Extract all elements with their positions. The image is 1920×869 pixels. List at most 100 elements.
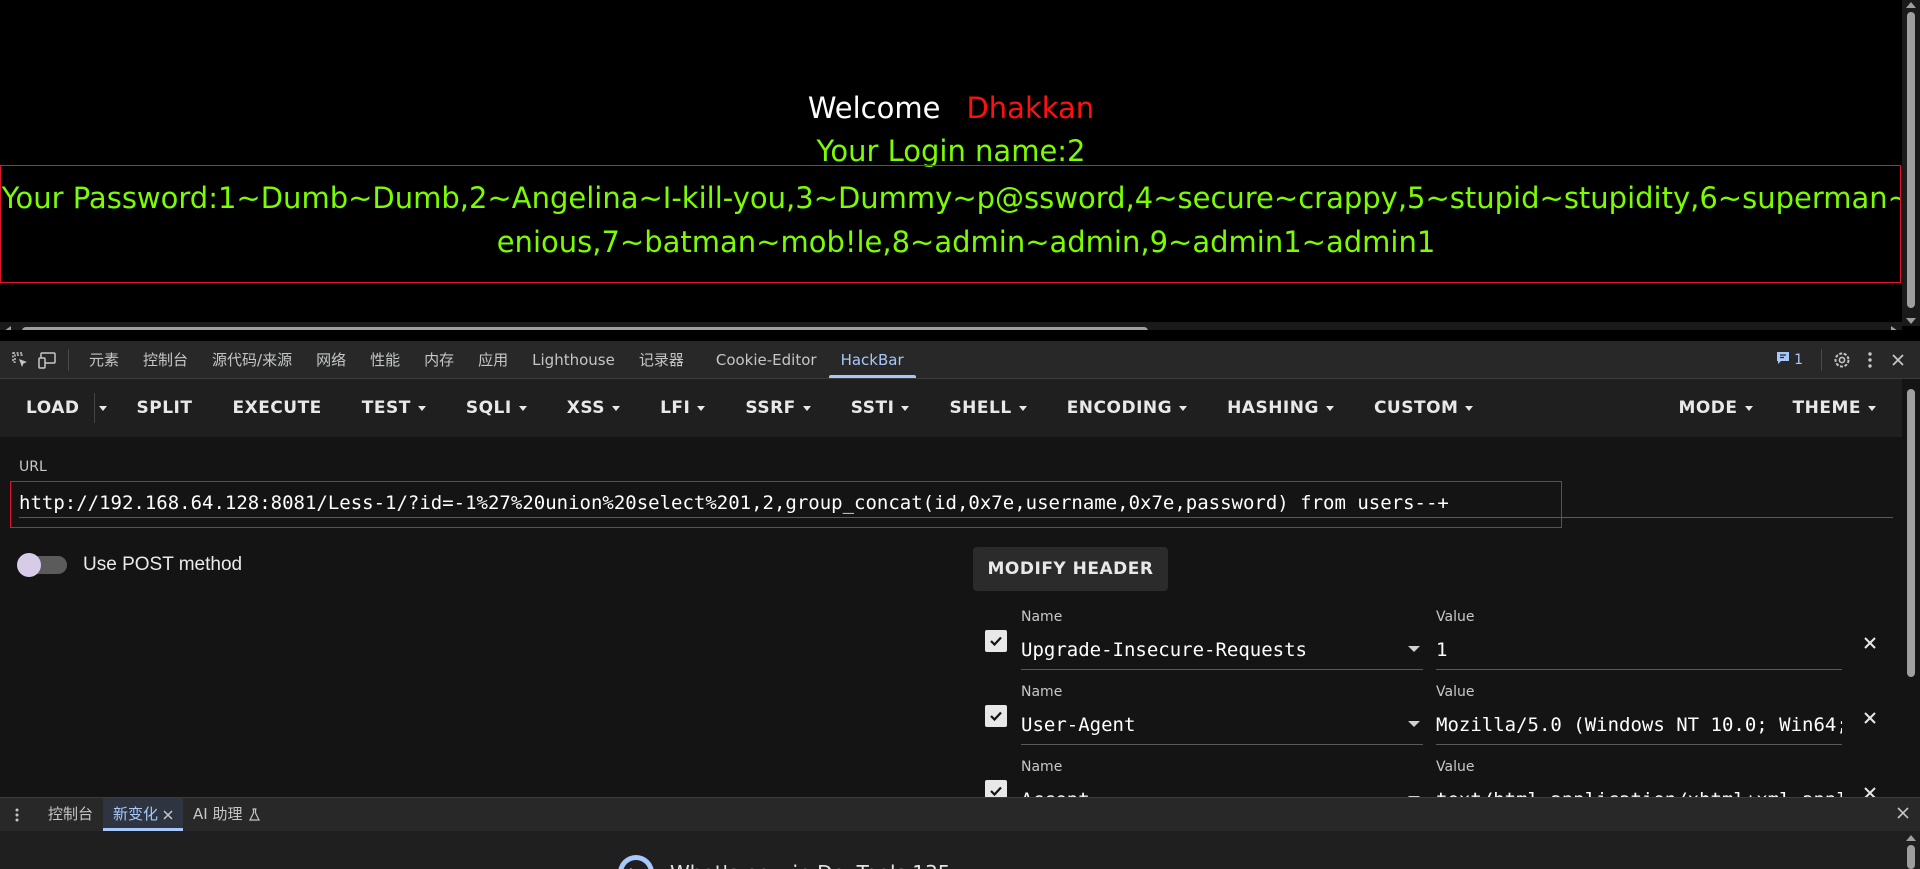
header-name-label: Name: [1021, 684, 1063, 700]
chevron-down-icon: [697, 405, 706, 411]
close-drawer-icon[interactable]: [1896, 806, 1910, 824]
welcome-text: Welcome: [807, 91, 941, 125]
close-tab-icon[interactable]: [163, 809, 173, 820]
whats-new-text: What's new in DevTools 135: [670, 861, 950, 869]
theme-menu[interactable]: THEME: [1773, 379, 1902, 437]
scroll-thumb[interactable]: [1907, 12, 1915, 308]
header-name-input[interactable]: Accept: [1021, 785, 1401, 797]
tab-elements[interactable]: 元素: [77, 342, 131, 378]
scroll-right-arrow-icon[interactable]: [1891, 326, 1898, 330]
split-button[interactable]: SPLIT: [117, 379, 213, 437]
hackbar-body: URL Use POST method MODIFY HEADER Name U…: [0, 437, 1902, 797]
chevron-down-icon[interactable]: [1408, 646, 1420, 652]
remove-header-close-icon[interactable]: [1863, 635, 1885, 657]
tab-console[interactable]: 控制台: [131, 342, 200, 378]
drawer-tab-label: AI 助理: [193, 805, 243, 823]
hashing-label: HASHING: [1227, 398, 1319, 418]
header-value-input[interactable]: Mozilla/5.0 (Windows NT 10.0; Win64; x64…: [1436, 710, 1842, 740]
hackbar-vertical-scrollbar[interactable]: [1902, 379, 1920, 797]
url-highlight-box: [10, 481, 1562, 528]
header-enabled-checkbox[interactable]: [985, 630, 1007, 652]
drawer-tab-whats-new[interactable]: 新变化: [103, 798, 184, 831]
ssti-label: SSTI: [850, 398, 895, 418]
mode-label: MODE: [1678, 398, 1738, 418]
load-button[interactable]: LOAD: [0, 379, 94, 437]
scroll-thumb[interactable]: [1907, 845, 1915, 869]
modify-header-button[interactable]: MODIFY HEADER: [973, 547, 1168, 591]
tab-performance[interactable]: 性能: [358, 342, 412, 378]
load-dropdown-button[interactable]: [93, 393, 117, 423]
header-name-input[interactable]: User-Agent: [1021, 710, 1401, 740]
tab-memory[interactable]: 内存: [412, 342, 466, 378]
tab-hackbar[interactable]: HackBar: [828, 342, 916, 378]
encoding-menu[interactable]: ENCODING: [1047, 379, 1207, 437]
post-method-toggle[interactable]: Use POST method: [17, 553, 243, 577]
welcome-username: Dhakkan: [966, 91, 1095, 125]
ssti-menu[interactable]: SSTI: [831, 379, 930, 437]
remove-header-close-icon[interactable]: [1863, 785, 1885, 797]
tab-sources[interactable]: 源代码/来源: [200, 342, 304, 378]
sqli-label: SQLI: [465, 398, 512, 418]
chevron-down-icon[interactable]: [1408, 721, 1420, 727]
drawer-menu-icon[interactable]: [6, 800, 28, 830]
drawer-tab-bar: 控制台 新变化 AI 助理: [0, 797, 1920, 831]
tab-application[interactable]: 应用: [466, 342, 520, 378]
tab-network[interactable]: 网络: [304, 342, 358, 378]
header-name-label: Name: [1021, 759, 1063, 775]
scroll-thumb[interactable]: [1907, 389, 1915, 677]
page-vertical-scrollbar[interactable]: [1902, 0, 1920, 326]
tab-recorder[interactable]: 记录器: [627, 342, 696, 378]
scroll-up-arrow-icon[interactable]: [1906, 835, 1916, 841]
custom-menu[interactable]: CUSTOM: [1354, 379, 1494, 437]
header-name-input[interactable]: Upgrade-Insecure-Requests: [1021, 635, 1401, 665]
toggle-track[interactable]: [17, 553, 67, 577]
mode-menu[interactable]: MODE: [1658, 379, 1772, 437]
more-options-icon[interactable]: [1856, 345, 1884, 375]
drawer-tab-ai-assistant[interactable]: AI 助理: [183, 798, 269, 831]
toggle-knob[interactable]: [17, 553, 41, 577]
execute-label: EXECUTE: [232, 398, 322, 418]
device-toolbar-icon[interactable]: [34, 345, 62, 375]
header-value-input[interactable]: text/html,application/xhtml+xml,applicat…: [1436, 785, 1842, 797]
check-icon: [990, 636, 1002, 647]
header-row: Name User-Agent Value Mozilla/5.0 (Windo…: [985, 684, 1890, 748]
xss-label: XSS: [566, 398, 606, 418]
hashing-menu[interactable]: HASHING: [1207, 379, 1354, 437]
drawer-tab-label: 控制台: [48, 805, 94, 823]
devtools-tab-bar: 元素 控制台 源代码/来源 网络 性能 内存 应用 Lighthouse 记录器…: [0, 341, 1920, 379]
header-enabled-checkbox[interactable]: [985, 705, 1007, 727]
tab-cookie-editor[interactable]: Cookie-Editor: [704, 342, 829, 378]
theme-label: THEME: [1792, 398, 1861, 418]
tab-lighthouse[interactable]: Lighthouse: [520, 342, 627, 378]
settings-gear-icon[interactable]: [1828, 345, 1856, 375]
header-row: Name Upgrade-Insecure-Requests Value 1: [985, 609, 1890, 673]
chevron-down-icon: [417, 405, 426, 411]
devtools-logo-icon: [616, 853, 656, 869]
issues-count: 1: [1794, 352, 1803, 368]
inspect-element-icon[interactable]: [6, 345, 34, 375]
header-value-label: Value: [1436, 609, 1475, 625]
post-method-label: Use POST method: [83, 554, 243, 575]
issues-badge[interactable]: 1: [1764, 351, 1815, 369]
page-horizontal-scrollbar[interactable]: [0, 322, 1902, 330]
close-devtools-icon[interactable]: [1884, 345, 1912, 375]
password-highlight-box: Your Password:1~Dumb~Dumb,2~Angelina~I-k…: [0, 165, 1901, 283]
lfi-menu[interactable]: LFI: [640, 379, 725, 437]
test-menu[interactable]: TEST: [342, 379, 446, 437]
header-value-input[interactable]: 1: [1436, 635, 1842, 665]
scroll-left-arrow-icon[interactable]: [4, 326, 11, 330]
scroll-thumb[interactable]: [22, 327, 1148, 330]
header-enabled-checkbox[interactable]: [985, 780, 1007, 797]
drawer-vertical-scrollbar[interactable]: [1902, 831, 1920, 869]
execute-button[interactable]: EXECUTE: [212, 379, 341, 437]
chevron-down-icon: [1744, 405, 1753, 411]
shell-menu[interactable]: SHELL: [929, 379, 1046, 437]
sqli-menu[interactable]: SQLI: [446, 379, 547, 437]
ssrf-menu[interactable]: SSRF: [725, 379, 830, 437]
drawer-tab-console[interactable]: 控制台: [38, 798, 103, 831]
remove-header-close-icon[interactable]: [1863, 710, 1885, 732]
xss-menu[interactable]: XSS: [547, 379, 640, 437]
header-value-underline: [1436, 669, 1842, 670]
scroll-down-arrow-icon[interactable]: [1906, 318, 1916, 324]
scroll-up-arrow-icon[interactable]: [1906, 2, 1916, 8]
